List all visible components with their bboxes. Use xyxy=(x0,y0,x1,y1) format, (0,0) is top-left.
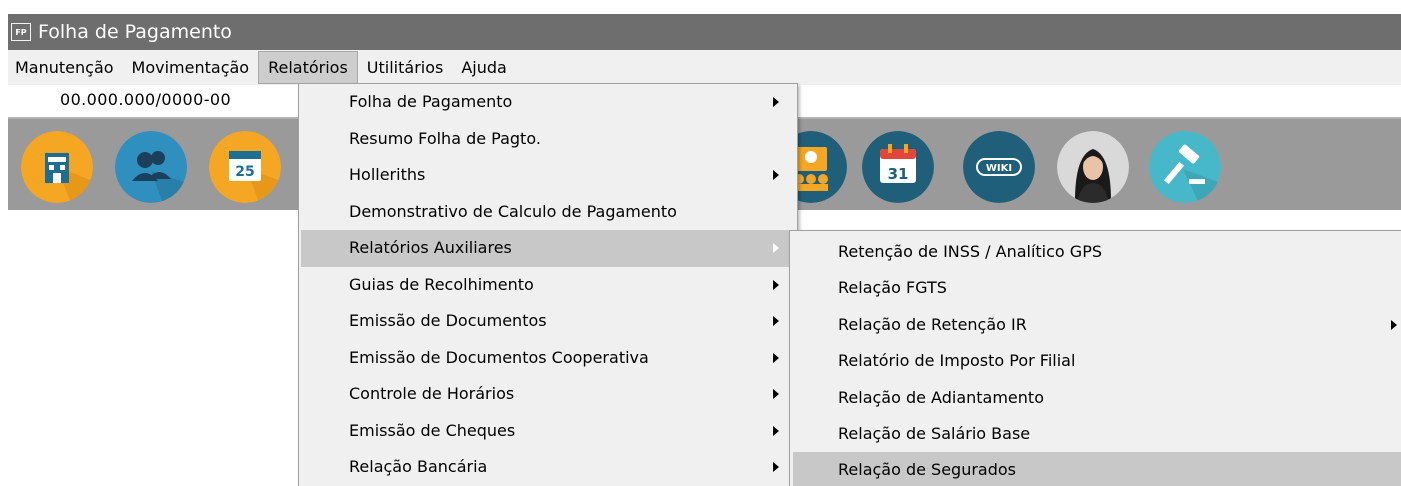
submenu-item-label: Relação de Salário Base xyxy=(838,423,1031,443)
menu-item-guias-recolhimento[interactable]: Guias de Recolhimento xyxy=(299,267,797,304)
submenu-item-label: Relatório de Imposto Por Filial xyxy=(838,351,1076,371)
wiki-text: WIKI xyxy=(986,163,1012,174)
menu-item-label: Relatórios Auxiliares xyxy=(349,238,512,257)
menu-movimentacao[interactable]: Movimentação xyxy=(123,51,259,84)
menu-item-label: Guias de Recolhimento xyxy=(349,274,534,294)
submenu-arrow-icon xyxy=(773,389,779,400)
menu-item-controle-horarios[interactable]: Controle de Horários xyxy=(299,376,797,413)
menu-item-emissao-documentos-cooperativa[interactable]: Emissão de Documentos Cooperativa xyxy=(299,340,797,377)
menu-item-label: Folha de Pagamento xyxy=(349,92,513,111)
menu-item-relatorios-auxiliares[interactable]: Relatórios Auxiliares xyxy=(301,230,795,267)
menu-item-relacao-bancaria[interactable]: Relação Bancária xyxy=(299,449,797,486)
app-icon: FP xyxy=(11,23,31,41)
menu-bar: Manutenção Movimentação Relatórios Utili… xyxy=(8,50,1401,85)
menu-item-emissao-cheques[interactable]: Emissão de Cheques xyxy=(299,413,797,450)
menu-item-folha-de-pagamento[interactable]: Folha de Pagamento xyxy=(299,84,797,121)
menu-utilitarios[interactable]: Utilitários xyxy=(358,51,453,84)
window-title: Folha de Pagamento xyxy=(38,21,232,43)
app-window: FP Folha de Pagamento Manutenção Movimen… xyxy=(0,0,1401,486)
relatorios-auxiliares-submenu: Retenção de INSS / Analítico GPS Relação… xyxy=(789,230,1401,486)
calendar-31-icon[interactable]: 31 xyxy=(862,131,934,203)
menu-item-label: Holleriths xyxy=(349,165,426,184)
assistant-avatar-icon[interactable] xyxy=(1057,131,1129,203)
calendar-31-text: 31 xyxy=(888,165,909,183)
submenu-arrow-icon xyxy=(773,279,779,290)
submenu-item-label: Relação FGTS xyxy=(838,278,947,298)
menu-manutencao[interactable]: Manutenção xyxy=(8,51,123,84)
submenu-item-adiantamento[interactable]: Relação de Adiantamento xyxy=(790,380,1401,416)
menu-item-label: Emissão de Documentos xyxy=(349,311,547,330)
submenu-item-label: Relação de Adiantamento xyxy=(838,387,1044,407)
menu-item-label: Controle de Horários xyxy=(349,384,515,403)
menu-item-holleriths[interactable]: Holleriths xyxy=(299,157,797,194)
company-cnpj: 00.000.000/0000-00 xyxy=(60,90,232,109)
submenu-arrow-icon xyxy=(773,352,779,363)
submenu-arrow-icon xyxy=(1391,319,1397,330)
company-building-icon[interactable] xyxy=(21,131,93,203)
menu-item-label: Resumo Folha de Pagto. xyxy=(349,128,541,148)
relatorios-dropdown: Folha de Pagamento Resumo Folha de Pagto… xyxy=(298,83,798,486)
submenu-item-label: Relação de Retenção IR xyxy=(838,314,1027,334)
wiki-icon[interactable]: WIKI xyxy=(963,131,1035,203)
submenu-item-retencao-inss[interactable]: Retenção de INSS / Analítico GPS xyxy=(790,234,1401,270)
submenu-item-salario-base[interactable]: Relação de Salário Base xyxy=(790,416,1401,452)
submenu-arrow-icon xyxy=(773,462,779,473)
submenu-item-label: Relação de Segurados xyxy=(838,460,1017,480)
submenu-item-imposto-filial[interactable]: Relatório de Imposto Por Filial xyxy=(790,343,1401,379)
menu-item-emissao-documentos[interactable]: Emissão de Documentos xyxy=(299,303,797,340)
gavel-icon[interactable] xyxy=(1149,131,1221,203)
menu-item-demonstrativo-calculo[interactable]: Demonstrativo de Calculo de Pagamento xyxy=(299,194,797,231)
submenu-arrow-icon xyxy=(773,243,779,254)
title-bar: FP Folha de Pagamento xyxy=(8,14,1401,50)
menu-ajuda[interactable]: Ajuda xyxy=(452,51,516,84)
submenu-arrow-icon xyxy=(773,97,779,108)
menu-item-label: Emissão de Documentos Cooperativa xyxy=(349,347,649,367)
menu-item-label: Emissão de Cheques xyxy=(349,420,516,440)
menu-item-label: Relação Bancária xyxy=(349,457,488,476)
submenu-item-segurados[interactable]: Relação de Segurados xyxy=(793,452,1401,486)
submenu-arrow-icon xyxy=(773,170,779,181)
menu-item-resumo-folha[interactable]: Resumo Folha de Pagto. xyxy=(299,121,797,158)
menu-relatorios[interactable]: Relatórios xyxy=(258,51,358,84)
employees-icon[interactable] xyxy=(115,131,187,203)
submenu-item-label: Retenção de INSS / Analítico GPS xyxy=(838,242,1102,261)
submenu-arrow-icon xyxy=(773,316,779,327)
calendar-25-text: 25 xyxy=(235,164,254,180)
submenu-item-retencao-ir[interactable]: Relação de Retenção IR xyxy=(790,307,1401,343)
submenu-arrow-icon xyxy=(773,425,779,436)
calendar-25-icon[interactable]: 25 xyxy=(209,131,281,203)
menu-item-label: Demonstrativo de Calculo de Pagamento xyxy=(349,201,677,221)
submenu-item-relacao-fgts[interactable]: Relação FGTS xyxy=(790,270,1401,306)
